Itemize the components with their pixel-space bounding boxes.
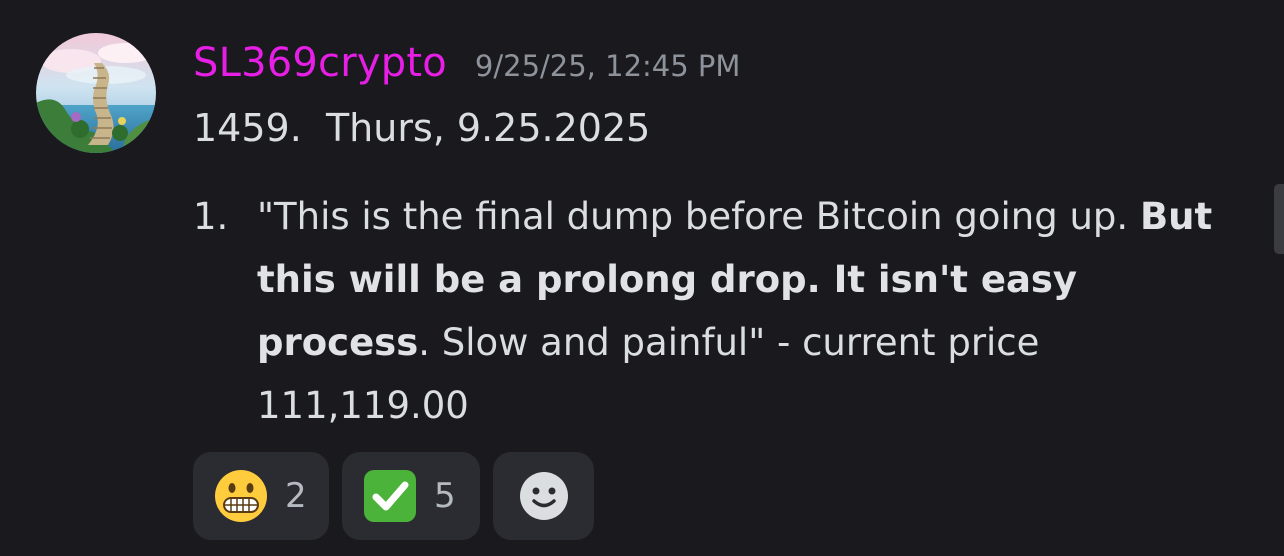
message-timestamp: 9/25/25, 12:45 PM	[474, 49, 741, 83]
check-mark-button-icon	[364, 470, 416, 522]
reaction-check[interactable]: 5	[342, 452, 480, 540]
stairway-landscape-image	[36, 33, 156, 153]
scrollbar-thumb[interactable]	[1274, 184, 1284, 254]
reaction-count: 5	[434, 476, 456, 516]
list-item-number: 1.	[193, 195, 229, 238]
reaction-count: 2	[285, 476, 307, 516]
message-header: SL369crypto 9/25/25, 12:45 PM	[193, 40, 740, 100]
add-reaction-icon	[519, 472, 568, 520]
grimacing-face-icon	[215, 470, 267, 522]
avatar[interactable]	[36, 33, 156, 153]
add-reaction-button[interactable]	[493, 452, 594, 540]
message-title-line: 1459. Thurs, 9.25.2025	[193, 106, 651, 150]
list-item-text: "This is the final dump before Bitcoin g…	[257, 185, 1232, 437]
list-item-text-plain: "This is the final dump before Bitcoin g…	[257, 195, 1140, 238]
reactions-bar: 2 5	[193, 452, 594, 540]
author-name[interactable]: SL369crypto	[193, 40, 447, 86]
chat-message-view: SL369crypto 9/25/25, 12:45 PM 1459. Thur…	[0, 0, 1284, 556]
reaction-grimacing[interactable]: 2	[193, 452, 329, 540]
